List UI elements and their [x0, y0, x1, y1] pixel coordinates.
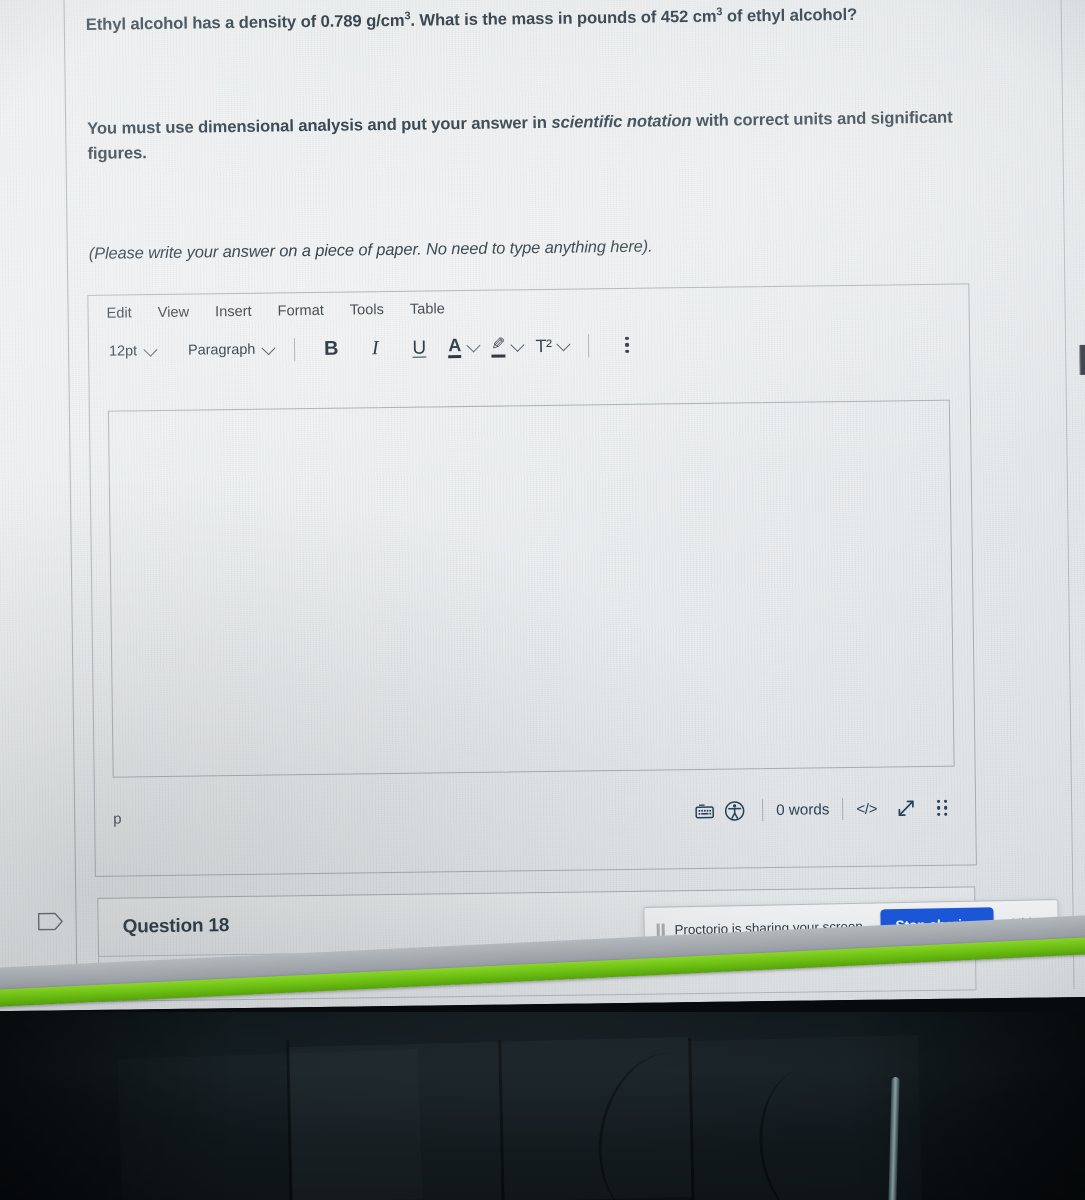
resize-handle-icon: [943, 812, 948, 817]
question-flag-button[interactable]: [37, 910, 63, 932]
menu-format[interactable]: Format: [278, 303, 324, 320]
bold-button[interactable]: B: [318, 335, 344, 363]
underline-button[interactable]: U: [406, 333, 432, 361]
resize-handle-icon: [937, 812, 941, 817]
chevron-down-icon: [143, 342, 158, 357]
question-note: (Please write your answer on a piece of …: [88, 237, 653, 264]
editor-status-bar: p 0 words </>: [95, 784, 976, 842]
next-question-title: Question 18: [122, 914, 230, 938]
word-count: 0 words: [776, 800, 830, 819]
toolbar-divider: [588, 333, 590, 357]
question-prompt-text-3: of ethyl alcohol?: [722, 4, 858, 26]
pause-bar: [656, 923, 660, 937]
html-editor-button[interactable]: </>: [856, 800, 877, 817]
font-size-value: 12pt: [108, 343, 138, 360]
desk-vignette: [0, 1012, 1085, 1200]
answer-textarea[interactable]: [107, 399, 955, 778]
menu-tools[interactable]: Tools: [350, 302, 384, 318]
toolbar-divider: [294, 337, 296, 361]
status-divider: [842, 798, 844, 821]
resize-handle-icon: [937, 806, 941, 810]
element-path[interactable]: p: [113, 810, 122, 827]
font-size-select[interactable]: 12pt: [107, 340, 162, 363]
quiz-page: Ethyl alcohol has a density of 0.789 g/c…: [37, 0, 1085, 1005]
kebab-menu-icon: [625, 349, 629, 353]
page-scrollbar[interactable]: [1079, 344, 1085, 375]
text-color-icon: A: [448, 335, 462, 359]
block-format-value: Paragraph: [188, 341, 256, 359]
menu-view[interactable]: View: [158, 305, 190, 321]
more-options-button[interactable]: [625, 337, 629, 353]
question-prompt: Ethyl alcohol has a density of 0.789 g/c…: [86, 0, 986, 37]
block-format-select[interactable]: Paragraph: [186, 338, 280, 361]
fullscreen-button[interactable]: [891, 794, 921, 822]
resize-handle[interactable]: [937, 799, 948, 817]
question-prompt-text-2: . What is the mass in pounds of 452 cm: [410, 6, 717, 30]
kebab-menu-icon: [625, 343, 629, 347]
kebab-menu-icon: [625, 337, 629, 341]
status-bar-right: 0 words </>: [689, 794, 948, 825]
status-divider: [762, 799, 764, 822]
accessibility-checker-button[interactable]: [719, 796, 749, 824]
rich-content-editor: Edit View Insert Format Tools Table 12pt…: [87, 283, 977, 877]
chevron-down-icon: [261, 341, 276, 356]
menu-insert[interactable]: Insert: [215, 304, 252, 320]
menu-table[interactable]: Table: [410, 301, 445, 317]
resize-handle-icon: [943, 799, 948, 803]
menu-edit[interactable]: Edit: [106, 305, 131, 321]
italic-button[interactable]: I: [362, 334, 388, 362]
highlight-color-button[interactable]: ✎: [491, 335, 526, 358]
highlighter-pen-icon: ✎: [491, 335, 506, 358]
superscript-button[interactable]: T²: [535, 335, 572, 356]
question-prompt-text-1: Ethyl alcohol has a density of 0.789 g/c…: [85, 10, 405, 34]
instruction-emphasis: scientific notation: [551, 110, 692, 132]
desk-foreground: [0, 1012, 1085, 1200]
text-color-button[interactable]: A: [448, 335, 481, 359]
chevron-down-icon[interactable]: [556, 337, 572, 352]
chevron-down-icon[interactable]: [510, 337, 526, 352]
monitor-screen: Ethyl alcohol has a density of 0.789 g/c…: [0, 0, 1085, 1012]
question-body: Ethyl alcohol has a density of 0.789 g/c…: [86, 0, 989, 280]
resize-handle-icon: [937, 799, 941, 803]
keyboard-shortcuts-button[interactable]: [689, 797, 719, 825]
resize-handle-icon: [943, 806, 948, 810]
superscript-icon: T²: [535, 335, 552, 356]
question-instruction: You must use dimensional analysis and pu…: [87, 104, 963, 167]
instruction-text-1: You must use dimensional analysis and pu…: [87, 112, 552, 138]
chevron-down-icon[interactable]: [466, 338, 481, 353]
photograph-of-monitor: Ethyl alcohol has a density of 0.789 g/c…: [0, 0, 1085, 1200]
